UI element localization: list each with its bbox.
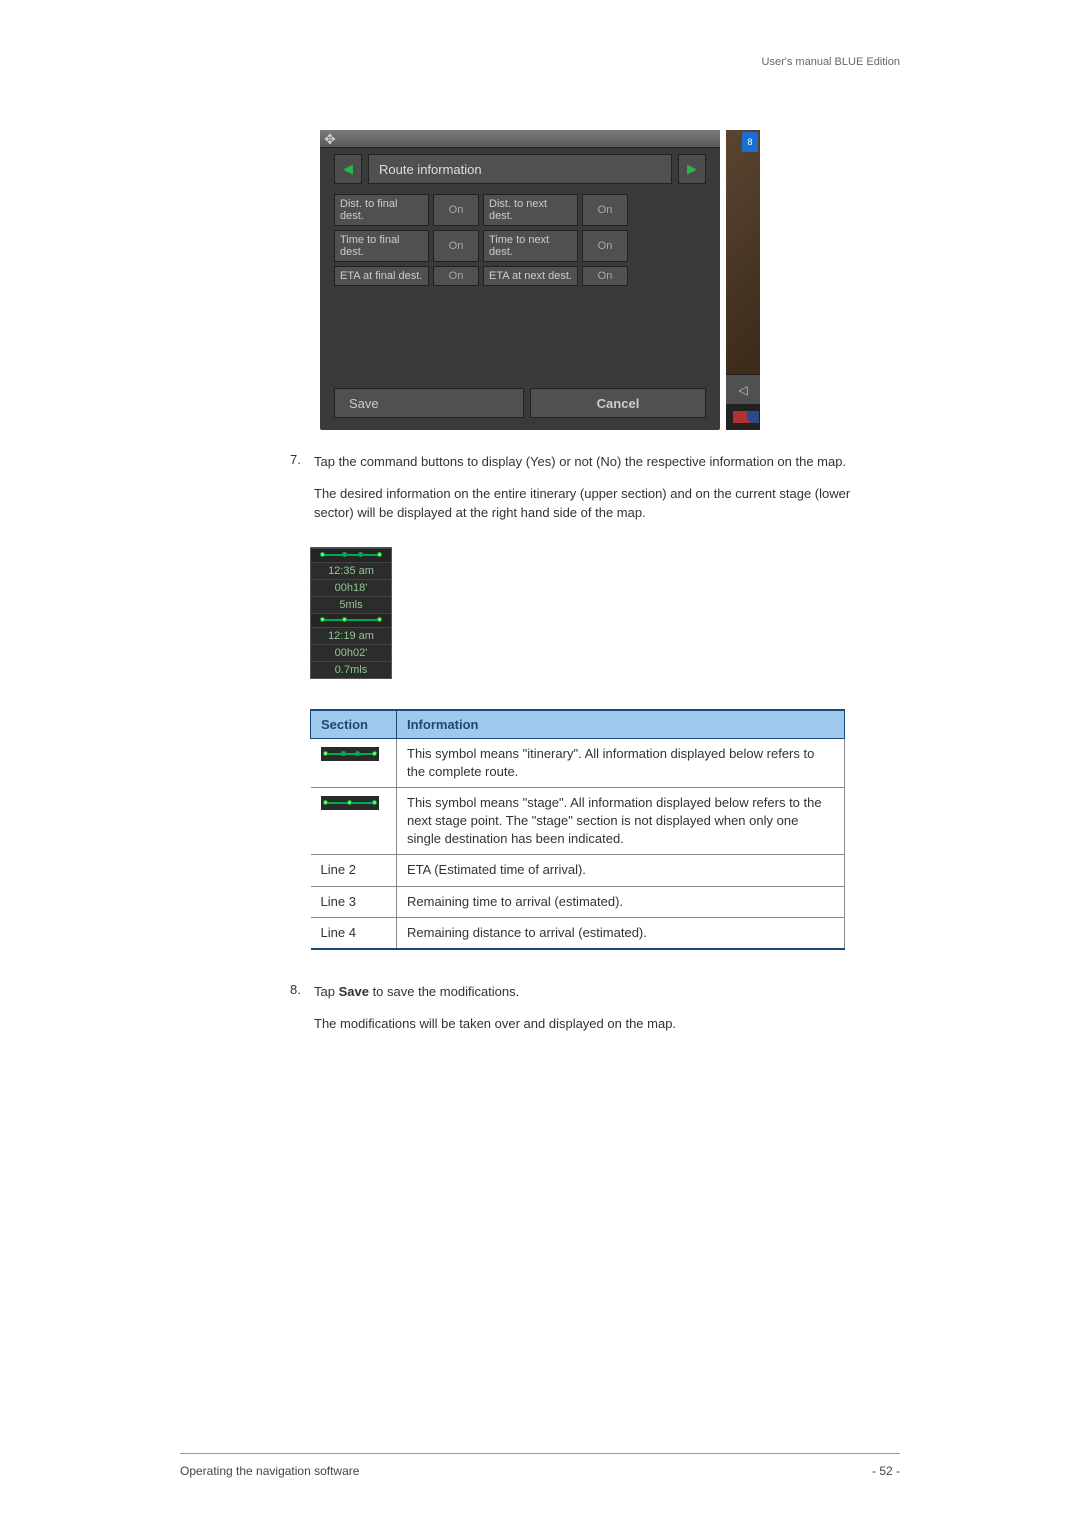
step-8-num: 8. xyxy=(290,982,301,997)
stage-icon xyxy=(321,796,379,810)
cell-line4: Line 4 xyxy=(311,917,397,949)
table-row: This symbol means "stage". All informati… xyxy=(311,787,845,855)
cell-info: This symbol means "itinerary". All infor… xyxy=(397,738,845,787)
toggle-time-next[interactable]: On xyxy=(582,230,628,262)
label-time-final: Time to final dest. xyxy=(334,230,429,262)
cell-info: This symbol means "stage". All informati… xyxy=(397,787,845,855)
toggle-eta-final[interactable]: On xyxy=(433,266,479,286)
toggle-time-final[interactable]: On xyxy=(433,230,479,262)
label-eta-next: ETA at next dest. xyxy=(483,266,578,286)
move-icon: ✥ xyxy=(324,132,338,146)
table-row: Line 2 ETA (Estimated time of arrival). xyxy=(311,855,845,886)
footer-left: Operating the navigation software xyxy=(180,1464,359,1478)
cell-itinerary-symbol xyxy=(311,738,397,787)
satellite-badge: 8 xyxy=(742,132,758,152)
step-8-p2: The modifications will be taken over and… xyxy=(314,1014,676,1034)
side-map: 8 xyxy=(726,130,760,374)
cell-line2: Line 2 xyxy=(311,855,397,886)
step-8-p1: Tap Save to save the modifications. xyxy=(314,982,676,1002)
itinerary-icon xyxy=(321,747,379,761)
step-7-p1: Tap the command buttons to display (Yes)… xyxy=(314,452,888,472)
table-row: Line 3 Remaining time to arrival (estima… xyxy=(311,886,845,917)
side-back-button[interactable]: ◁ xyxy=(726,374,760,404)
label-time-next: Time to next dest. xyxy=(483,230,578,262)
device-screenshot: ✥ ◀ Route information ▶ Dist. to final d… xyxy=(320,130,720,430)
strip-time-2: 00h02' xyxy=(311,644,391,661)
table-row: This symbol means "itinerary". All infor… xyxy=(311,738,845,787)
cell-info: ETA (Estimated time of arrival). xyxy=(397,855,845,886)
strip-eta-1: 12:35 am xyxy=(311,562,391,579)
itinerary-symbol-icon xyxy=(311,548,391,562)
cell-stage-symbol xyxy=(311,787,397,855)
screen-title: Route information xyxy=(368,154,672,184)
toggle-dist-next[interactable]: On xyxy=(582,194,628,226)
route-info-strip: 12:35 am 00h18' 5mls 12:19 am 00h02' 0.7… xyxy=(310,547,392,679)
toggle-eta-next[interactable]: On xyxy=(582,266,628,286)
prev-button[interactable]: ◀ xyxy=(334,154,362,184)
toggle-dist-final[interactable]: On xyxy=(433,194,479,226)
cancel-button[interactable]: Cancel xyxy=(530,388,706,418)
page-header: User's manual BLUE Edition xyxy=(762,56,900,68)
th-section: Section xyxy=(311,710,397,739)
label-eta-final: ETA at final dest. xyxy=(334,266,429,286)
label-dist-next: Dist. to next dest. xyxy=(483,194,578,226)
th-information: Information xyxy=(397,710,845,739)
next-button[interactable]: ▶ xyxy=(678,154,706,184)
side-flag-icon xyxy=(726,404,760,430)
step-7-p2: The desired information on the entire it… xyxy=(314,484,888,523)
table-row: Line 4 Remaining distance to arrival (es… xyxy=(311,917,845,949)
cell-info: Remaining distance to arrival (estimated… xyxy=(397,917,845,949)
footer-page-number: - 52 - xyxy=(872,1464,900,1478)
strip-time-1: 00h18' xyxy=(311,579,391,596)
step-7-num: 7. xyxy=(290,452,301,467)
label-dist-final: Dist. to final dest. xyxy=(334,194,429,226)
strip-dist-2: 0.7mls xyxy=(311,661,391,678)
save-button[interactable]: Save xyxy=(334,388,524,418)
strip-dist-1: 5mls xyxy=(311,596,391,613)
stage-symbol-icon xyxy=(311,613,391,627)
strip-eta-2: 12:19 am xyxy=(311,627,391,644)
cell-line3: Line 3 xyxy=(311,886,397,917)
cell-info: Remaining time to arrival (estimated). xyxy=(397,886,845,917)
section-info-table: Section Information This symbol means "i… xyxy=(310,709,845,951)
